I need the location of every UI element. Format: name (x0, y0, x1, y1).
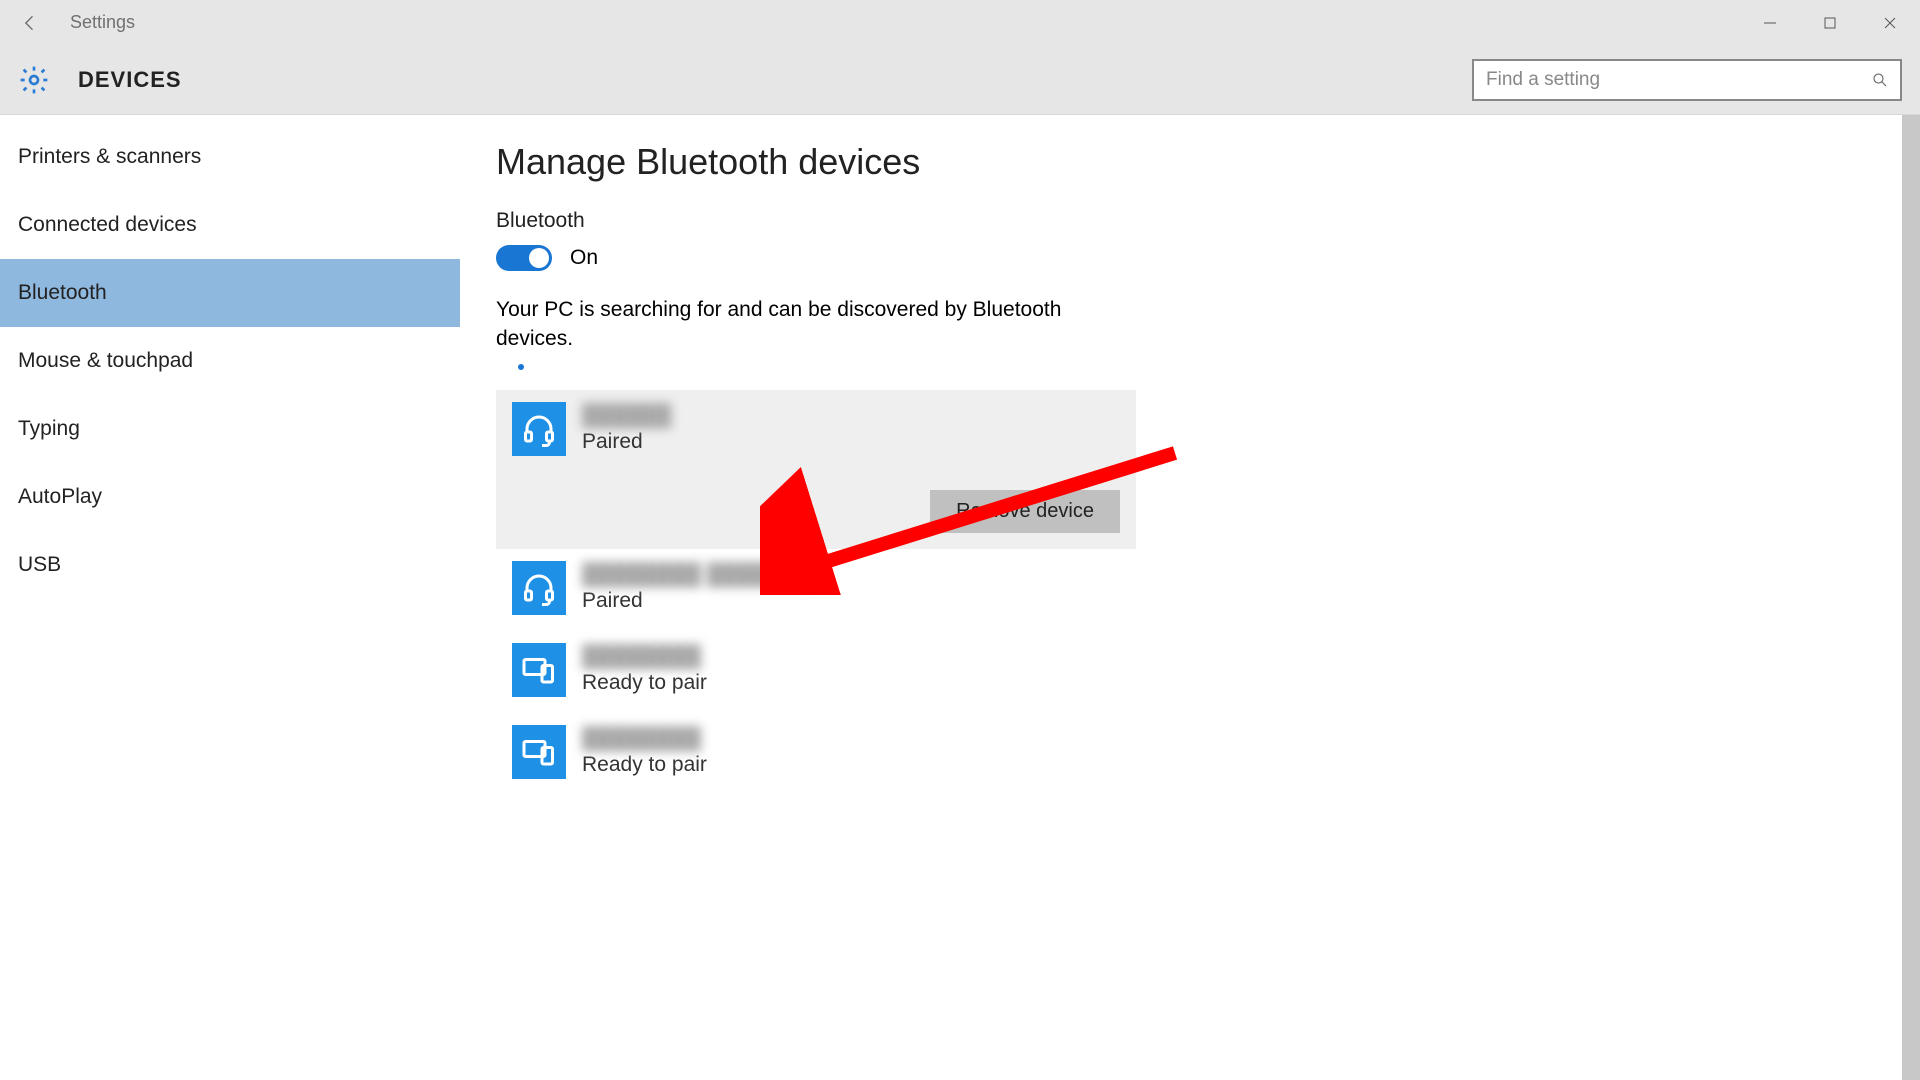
toggle-state-text: On (570, 246, 598, 270)
bluetooth-toggle[interactable] (496, 245, 552, 271)
scrollbar[interactable] (1902, 115, 1920, 1080)
sidebar-item-label: USB (18, 553, 61, 577)
device-name: ████████ (582, 727, 707, 751)
close-button[interactable] (1860, 0, 1920, 45)
sidebar-item-connected-devices[interactable]: Connected devices (0, 191, 460, 259)
devices-icon (512, 643, 566, 697)
sidebar-item-autoplay[interactable]: AutoPlay (0, 463, 460, 531)
window-controls (1740, 0, 1920, 45)
search-icon (1860, 71, 1900, 89)
sidebar: Printers & scanners Connected devices Bl… (0, 115, 460, 1080)
sidebar-item-mouse-touchpad[interactable]: Mouse & touchpad (0, 327, 460, 395)
back-button[interactable] (0, 0, 60, 45)
sidebar-item-label: AutoPlay (18, 485, 102, 509)
device-status: Paired (582, 430, 671, 454)
device-card[interactable]: ██████ Paired Remove device (496, 390, 1136, 549)
page-heading: Manage Bluetooth devices (496, 141, 1884, 183)
device-name: ████████ (582, 645, 707, 669)
section-title: DEVICES (78, 67, 182, 93)
device-list: ██████ Paired Remove device ████████ ███… (496, 390, 1136, 795)
titlebar: Settings (0, 0, 1920, 45)
toggle-knob (529, 248, 549, 268)
remove-device-button[interactable]: Remove device (930, 490, 1120, 533)
maximize-button[interactable] (1800, 0, 1860, 45)
bluetooth-label: Bluetooth (496, 209, 1884, 233)
searching-spinner-icon (518, 364, 524, 370)
minimize-button[interactable] (1740, 0, 1800, 45)
sidebar-item-printers[interactable]: Printers & scanners (0, 123, 460, 191)
device-card[interactable]: ████████ ███████ Paired (496, 549, 1136, 631)
main-content: Manage Bluetooth devices Bluetooth On Yo… (460, 115, 1920, 1080)
device-status: Ready to pair (582, 753, 707, 777)
device-name: ████████ ███████ (582, 563, 811, 587)
sidebar-item-label: Printers & scanners (18, 145, 201, 169)
gear-icon (18, 64, 50, 96)
sidebar-item-bluetooth[interactable]: Bluetooth (0, 259, 460, 327)
header: DEVICES (0, 45, 1920, 115)
sidebar-item-label: Typing (18, 417, 80, 441)
device-status: Ready to pair (582, 671, 707, 695)
sidebar-item-label: Connected devices (18, 213, 197, 237)
search-box[interactable] (1472, 59, 1902, 101)
sidebar-item-label: Mouse & touchpad (18, 349, 193, 373)
window-title: Settings (70, 12, 135, 33)
sidebar-item-label: Bluetooth (18, 281, 107, 305)
device-status: Paired (582, 589, 811, 613)
sidebar-item-usb[interactable]: USB (0, 531, 460, 599)
device-card[interactable]: ████████ Ready to pair (496, 713, 1136, 795)
device-card[interactable]: ████████ Ready to pair (496, 631, 1136, 713)
headset-icon (512, 561, 566, 615)
sidebar-item-typing[interactable]: Typing (0, 395, 460, 463)
devices-icon (512, 725, 566, 779)
search-input[interactable] (1474, 69, 1860, 91)
device-name: ██████ (582, 404, 671, 428)
discovery-status-text: Your PC is searching for and can be disc… (496, 295, 1076, 354)
headset-icon (512, 402, 566, 456)
